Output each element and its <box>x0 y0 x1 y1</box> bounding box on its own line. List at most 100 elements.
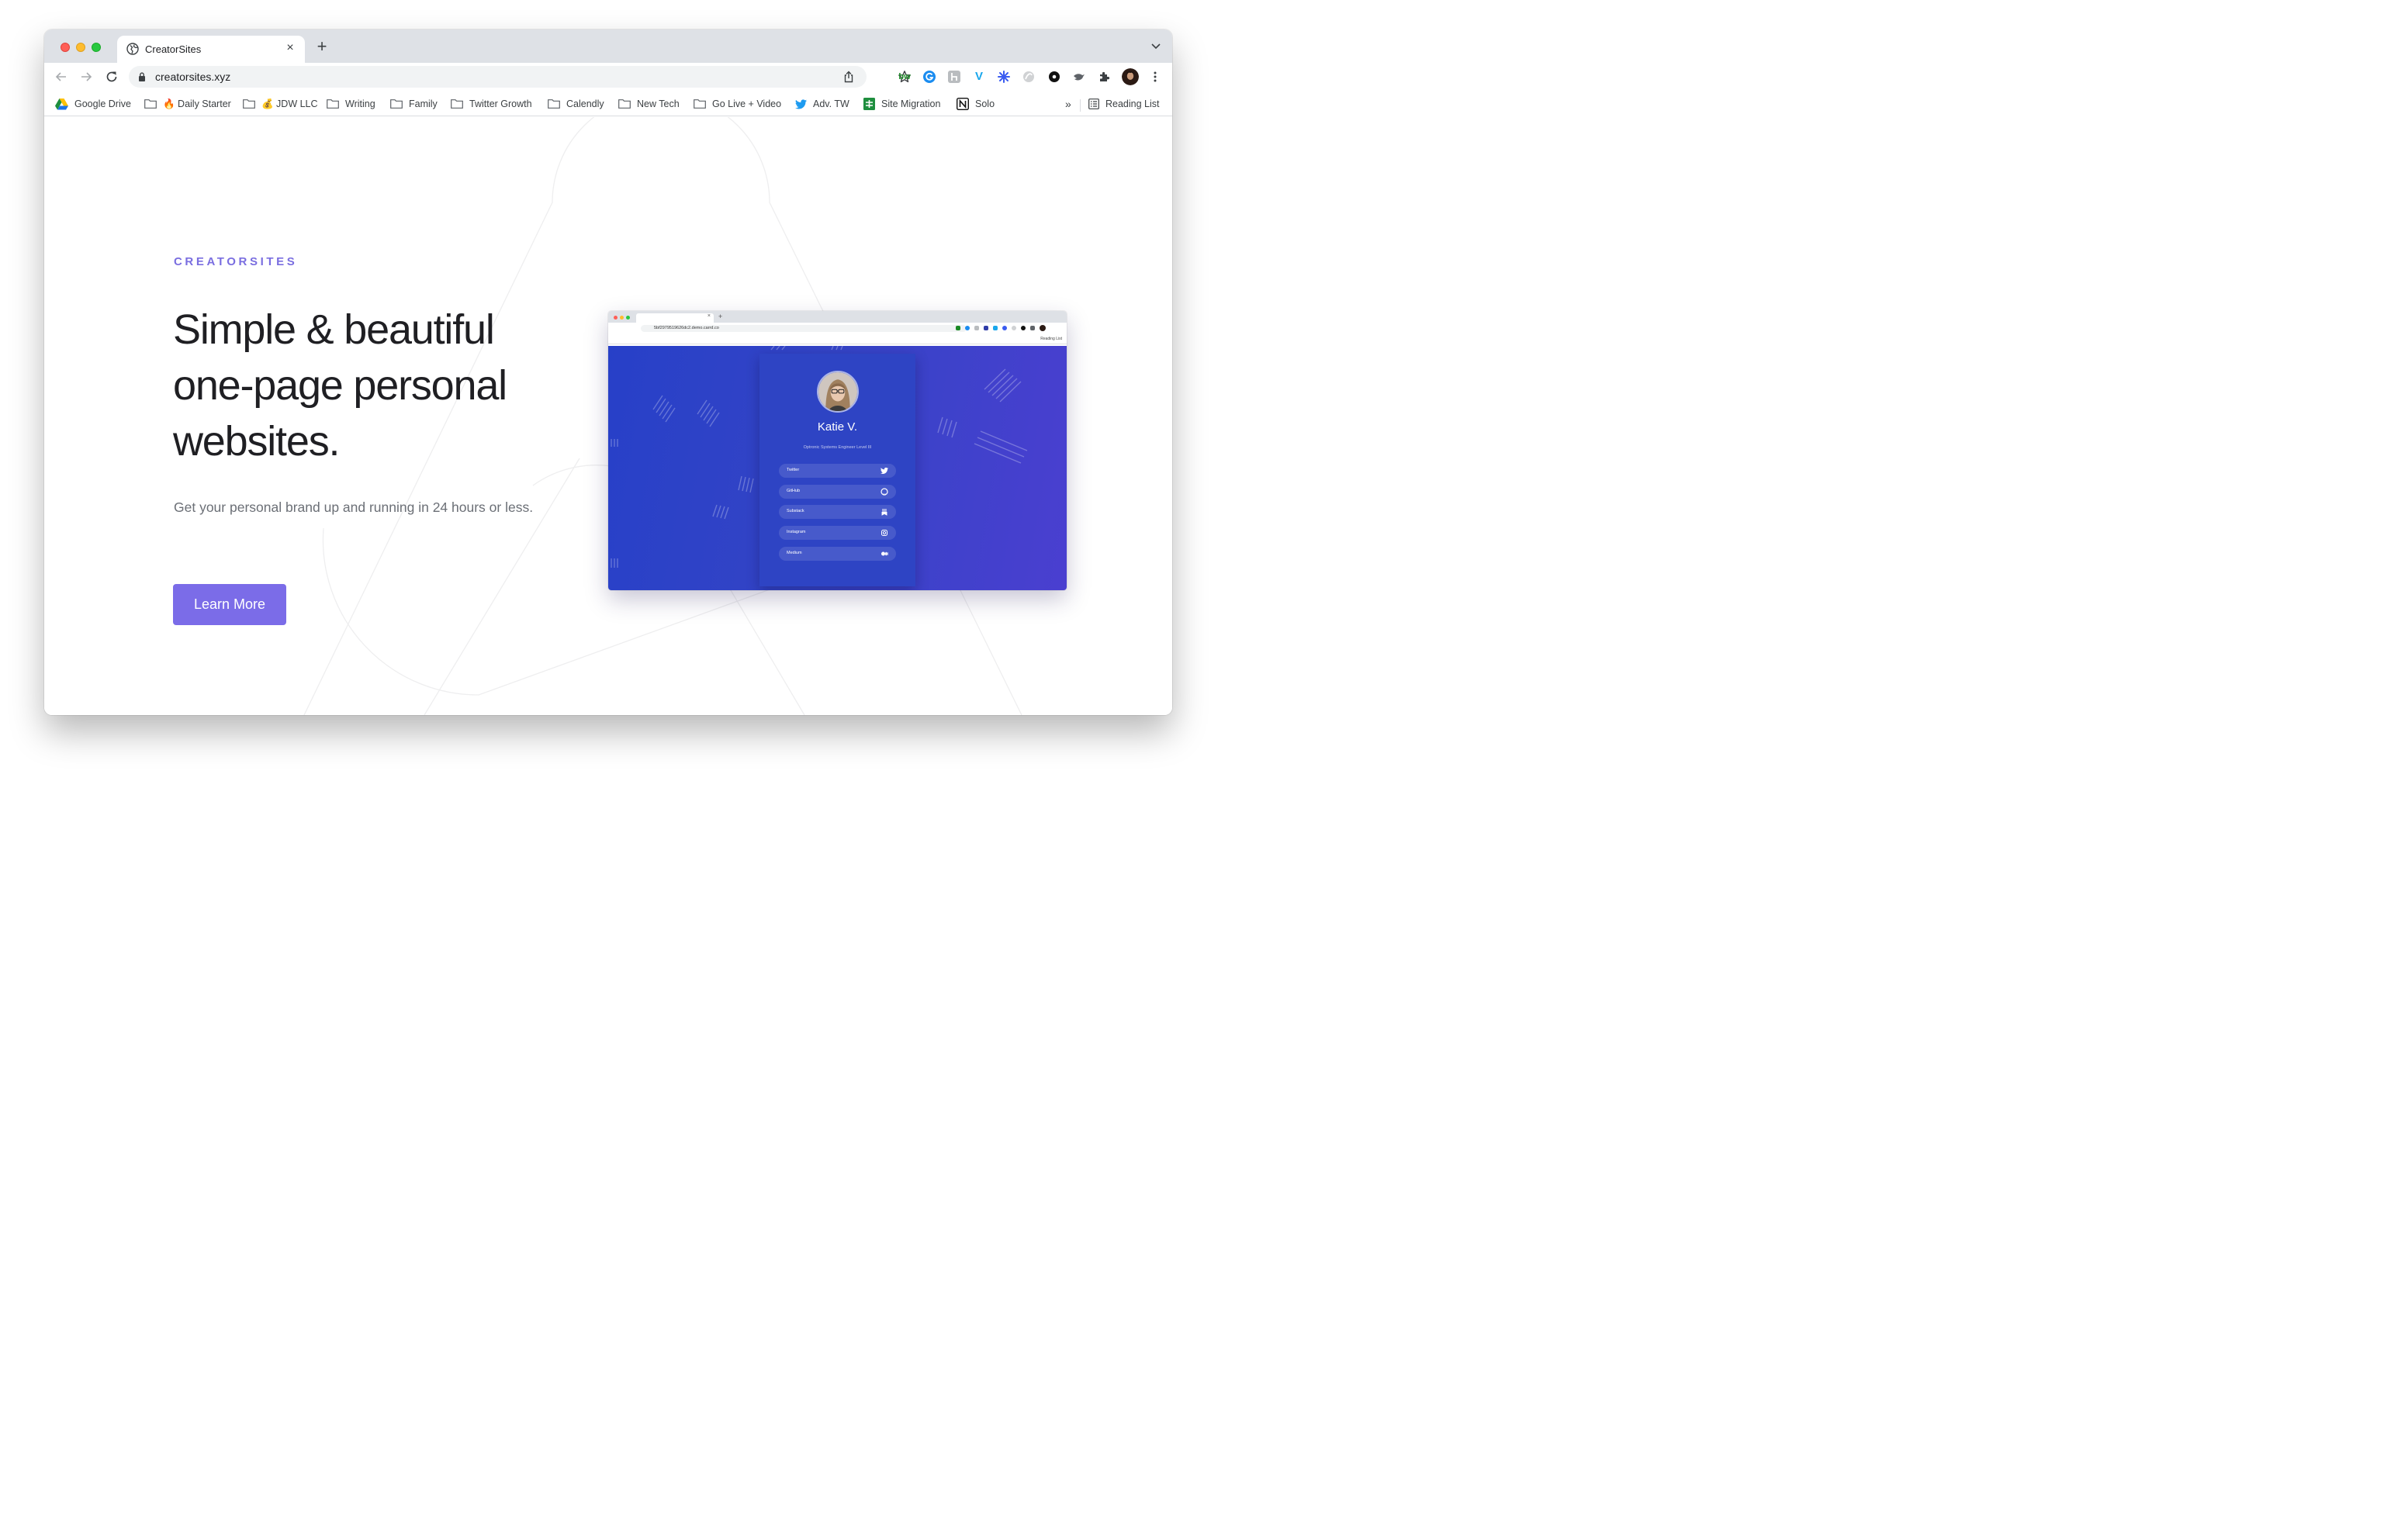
bookmark-jdw-llc[interactable]: 💰 JDW LLC <box>243 96 318 112</box>
h-icon[interactable] <box>947 70 961 84</box>
toolbar: creatorsites.xyz bw V <box>44 63 1172 92</box>
bookmark-label: Twitter Growth <box>469 98 532 109</box>
bookmark-family[interactable]: Family <box>390 96 438 112</box>
bookmarks-bar: Google Drive 🔥 Daily Starter 💰 JDW LLC W… <box>44 92 1172 116</box>
address-bar[interactable]: creatorsites.xyz <box>129 66 911 88</box>
puzzle-icon[interactable] <box>1098 70 1112 84</box>
bookmark-label: 💰 JDW LLC <box>261 98 318 109</box>
profile-link-twitter: Twitter <box>779 464 896 478</box>
preview-close-dot <box>614 316 618 320</box>
preview-tab-close-icon: × <box>707 313 711 319</box>
preview-extension-icon <box>984 326 988 330</box>
bookmark-label: Site Migration <box>881 98 941 109</box>
bookmark-label: Go Live + Video <box>712 98 782 109</box>
medium-icon <box>881 551 888 556</box>
reload-icon[interactable] <box>104 69 119 85</box>
close-window-button[interactable] <box>61 43 70 52</box>
preview-extension-icon <box>993 326 998 330</box>
profile-link-substack: Substack <box>779 505 896 519</box>
learn-more-button[interactable]: Learn More <box>173 584 286 625</box>
folder-icon <box>451 99 463 109</box>
folder-icon <box>327 99 339 109</box>
bookmark-twitter-growth[interactable]: Twitter Growth <box>451 96 532 112</box>
bookmark-site-migration[interactable]: Site Migration <box>863 96 940 112</box>
folder-icon <box>390 99 403 109</box>
link-label: Instagram <box>787 530 806 534</box>
profile-role: Optronic Systems Engineer Level III <box>803 445 872 450</box>
substack-icon <box>881 509 887 516</box>
bookmark-label: Solo <box>975 98 995 109</box>
preview-extension-icon <box>956 326 960 330</box>
back-arrow-icon[interactable] <box>54 69 69 85</box>
divider <box>1080 99 1081 112</box>
asterisk-icon[interactable] <box>997 70 1011 84</box>
preview-page: Katie V. Optronic Systems Engineer Level… <box>608 346 1067 590</box>
eyebrow-label: CREATORSITES <box>174 255 298 268</box>
profile-avatar <box>817 371 859 413</box>
reading-list-icon <box>1088 98 1099 109</box>
bookmark-adv-tw[interactable]: Adv. TW <box>795 96 849 112</box>
url-text[interactable]: creatorsites.xyz <box>155 71 230 83</box>
bookmark-daily-starter[interactable]: 🔥 Daily Starter <box>144 96 231 112</box>
preview-extension-icon <box>974 326 979 330</box>
avatar[interactable] <box>1122 68 1139 85</box>
share-icon[interactable] <box>842 71 855 83</box>
chevron-down-icon[interactable] <box>1150 42 1161 51</box>
preview-toolbar: 5bf2979519626dc2.demo.carrd.co <box>608 323 1067 334</box>
minimize-window-button[interactable] <box>76 43 85 52</box>
preview-address-bar: 5bf2979519626dc2.demo.carrd.co <box>641 325 967 332</box>
reading-list-button[interactable]: Reading List <box>1088 96 1160 112</box>
bookmark-label: Google Drive <box>74 98 131 109</box>
page-title: Simple & beautiful one-page personal web… <box>173 302 576 469</box>
preview-new-tab-icon: + <box>718 313 723 320</box>
preview-avatar <box>1040 325 1046 331</box>
twitter-icon <box>795 98 807 109</box>
maximize-window-button[interactable] <box>92 43 101 52</box>
preview-extension-icon <box>1002 326 1007 330</box>
swirl-icon[interactable] <box>1022 70 1036 84</box>
headline-line: websites. <box>173 418 340 465</box>
bookmark-go-live-video[interactable]: Go Live + Video <box>694 96 781 112</box>
page-content: CREATORSITES Simple & beautiful one-page… <box>44 117 1172 715</box>
more-vertical-icon[interactable] <box>1148 70 1162 84</box>
bookmark-calendly[interactable]: Calendly <box>548 96 604 112</box>
tab-creatorsites[interactable]: CreatorSites × <box>117 36 305 63</box>
preview-maximize-dot <box>626 316 630 320</box>
folder-icon <box>243 99 255 109</box>
preview-extension-icon <box>1030 326 1035 330</box>
bookmark-label: Adv. TW <box>813 98 849 109</box>
preview-minimize-dot <box>620 316 624 320</box>
lock-icon[interactable] <box>138 72 146 81</box>
bookmark-google-drive[interactable]: Google Drive <box>55 96 131 112</box>
dot-icon[interactable] <box>1047 70 1061 84</box>
globe-icon <box>126 43 139 55</box>
folder-icon <box>144 99 157 109</box>
link-label: Medium <box>787 551 802 555</box>
bookmark-solo[interactable]: Solo <box>957 96 995 112</box>
forward-arrow-icon[interactable] <box>78 69 94 85</box>
new-tab-button[interactable]: + <box>314 38 330 55</box>
headline-line: one-page personal <box>173 362 507 409</box>
bookmarks-overflow-button[interactable]: » <box>1065 96 1071 112</box>
preview-tab: × <box>636 313 714 323</box>
link-label: GitHub <box>787 489 801 493</box>
google-drive-icon <box>55 98 68 109</box>
link-label: Substack <box>787 509 804 513</box>
profile-name: Katie V. <box>817 420 858 434</box>
bookmark-label: 🔥 Daily Starter <box>163 98 231 109</box>
website-preview-image: × + 5bf2979519626dc2.demo.carrd.co Readi… <box>608 311 1067 590</box>
profile-link-medium: Medium <box>779 547 896 561</box>
bookmark-writing[interactable]: Writing <box>327 96 375 112</box>
bw-extension-icon[interactable]: bw <box>898 70 912 84</box>
reading-list-label: Reading List <box>1105 98 1160 109</box>
preview-bookmarks-bar: Reading List <box>608 334 1067 344</box>
preview-url: 5bf2979519626dc2.demo.carrd.co <box>654 326 719 330</box>
tab-close-icon[interactable]: × <box>283 41 297 55</box>
grammarly-icon[interactable] <box>922 70 936 84</box>
preview-reading-list: Reading List <box>1040 337 1062 341</box>
bird-icon[interactable] <box>1072 70 1086 84</box>
bookmark-new-tech[interactable]: New Tech <box>618 96 680 112</box>
instagram-icon <box>881 530 887 536</box>
vimeo-icon[interactable]: V <box>972 70 986 84</box>
profile-card: Katie V. Optronic Systems Engineer Level… <box>759 354 915 586</box>
